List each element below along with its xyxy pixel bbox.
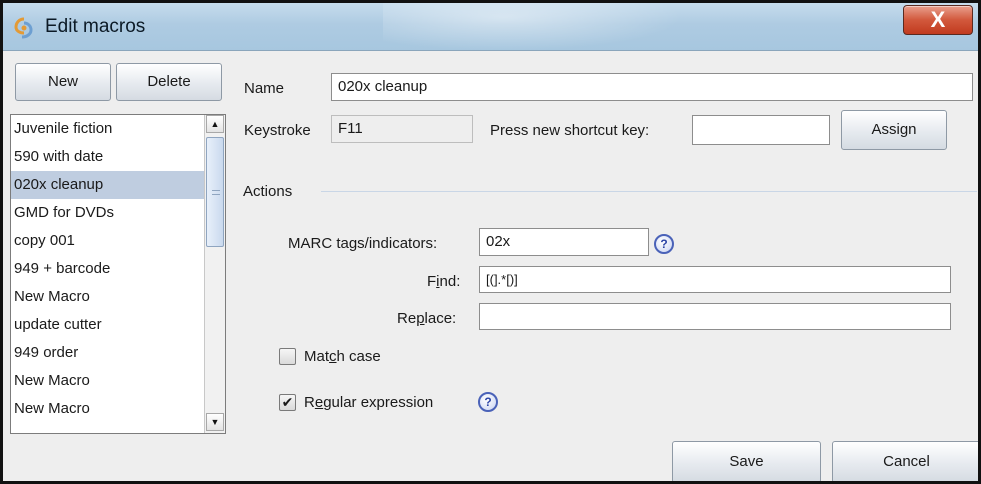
- marc-tags-label: MARC tags/indicators:: [288, 235, 438, 252]
- macro-list-item[interactable]: 949 order: [11, 339, 204, 367]
- macro-list-item[interactable]: update cutter: [11, 311, 204, 339]
- marc-help-icon[interactable]: ?: [654, 234, 674, 254]
- cancel-button[interactable]: Cancel: [832, 441, 978, 481]
- macro-list-items: Juvenile fiction 590 with date 020x cleanu…: [11, 115, 204, 423]
- edit-macros-dialog: Edit macros X New Delete Juvenile fictio…: [0, 0, 981, 484]
- macro-list-item[interactable]: 949 + barcode: [11, 255, 204, 283]
- delete-button[interactable]: Delete: [116, 63, 222, 101]
- replace-input[interactable]: [479, 303, 951, 330]
- macro-list-item[interactable]: New Macro: [11, 283, 204, 311]
- title-bar-glow: [383, 3, 683, 51]
- scrollbar-thumb[interactable]: [206, 137, 224, 247]
- scroll-down-icon[interactable]: ▼: [206, 413, 224, 431]
- app-logo-icon: [14, 17, 33, 39]
- keystroke-field: F11: [331, 115, 473, 143]
- actions-separator: [321, 191, 977, 192]
- title-bar[interactable]: Edit macros X: [3, 3, 978, 51]
- name-label: Name: [244, 80, 285, 97]
- match-case-label: Match case: [304, 348, 381, 365]
- scroll-up-icon[interactable]: ▲: [206, 115, 224, 133]
- regex-checkbox[interactable]: ✔: [279, 394, 296, 411]
- window-title: Edit macros: [45, 16, 146, 37]
- macro-list-item[interactable]: 590 with date: [11, 143, 204, 171]
- macro-list-item[interactable]: GMD for DVDs: [11, 199, 204, 227]
- macro-list-item[interactable]: Juvenile fiction: [11, 115, 204, 143]
- regex-label: Regular expression: [304, 394, 434, 411]
- find-label: Find:: [427, 273, 461, 290]
- assign-button[interactable]: Assign: [841, 110, 947, 150]
- actions-heading: Actions: [243, 183, 293, 200]
- macro-list-scrollbar[interactable]: ▲ ▼: [204, 115, 225, 433]
- keystroke-label: Keystroke: [244, 122, 311, 139]
- match-case-checkbox[interactable]: [279, 348, 296, 365]
- macro-list-item[interactable]: copy 001: [11, 227, 204, 255]
- scrollbar-grip-icon: [212, 190, 220, 195]
- macro-list-item[interactable]: New Macro: [11, 367, 204, 395]
- shortcut-input[interactable]: [692, 115, 830, 145]
- macro-list-item[interactable]: New Macro: [11, 395, 204, 423]
- name-input[interactable]: 020x cleanup: [331, 73, 973, 101]
- macro-list[interactable]: Juvenile fiction 590 with date 020x cleanu…: [10, 114, 226, 434]
- save-button[interactable]: Save: [672, 441, 821, 481]
- find-input[interactable]: [(].*[)]: [479, 266, 951, 293]
- regex-help-icon[interactable]: ?: [478, 392, 498, 412]
- close-button[interactable]: X: [903, 5, 973, 35]
- replace-label: Replace:: [397, 310, 457, 327]
- macro-list-item[interactable]: 020x cleanup: [11, 171, 204, 199]
- marc-tags-input[interactable]: 02x: [479, 228, 649, 256]
- shortcut-label: Press new shortcut key:: [490, 122, 650, 139]
- new-button[interactable]: New: [15, 63, 111, 101]
